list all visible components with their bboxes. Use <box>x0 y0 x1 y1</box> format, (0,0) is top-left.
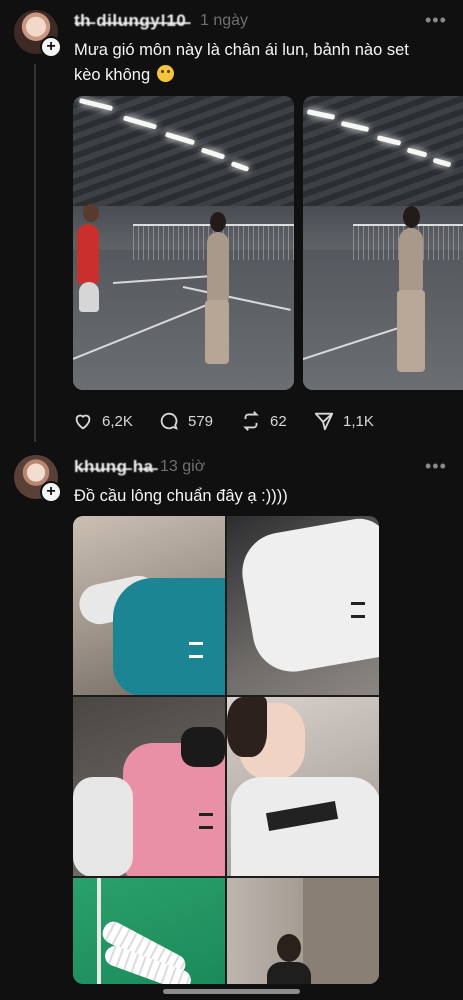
court-floor <box>73 250 294 390</box>
comment-button[interactable]: 579 <box>158 410 213 432</box>
post1-time: 1 ngày <box>200 12 249 29</box>
photo-tile-selfie[interactable] <box>227 697 379 876</box>
post1-text-line1: Mưa gió môn này là chân ái lun, bảnh nào… <box>74 41 409 59</box>
photo-tile-shuttlecocks[interactable] <box>73 878 225 984</box>
post1-username[interactable]: t̶h̶ d̶i̶l̶u̶n̶g̶y̶!̶1̶0̶ <box>74 11 186 31</box>
share-count: 1,1K <box>343 412 374 430</box>
player-man <box>77 224 99 284</box>
send-icon <box>314 412 334 431</box>
repost-icon <box>243 411 259 431</box>
photo-tile-teal-shirt[interactable] <box>73 516 225 695</box>
thread-line <box>34 64 36 442</box>
player-man-head <box>83 204 99 222</box>
player-woman-head <box>210 212 226 232</box>
post2-time: 13 giờ <box>160 458 206 475</box>
person-small <box>277 934 301 962</box>
post1-more-icon[interactable]: ••• <box>425 10 447 31</box>
hushed-face-emoji-icon <box>156 65 174 82</box>
post1-follow-plus-icon[interactable]: + <box>40 36 62 58</box>
player-woman-legs <box>205 300 229 364</box>
player-woman-legs <box>397 290 425 372</box>
photo-tile-white-shirt[interactable] <box>227 516 379 695</box>
player-woman <box>207 232 229 302</box>
post2-username[interactable]: k̶h̶u̶n̶g̶ h̶a̶ <box>74 457 154 477</box>
repost-count: 62 <box>270 412 287 430</box>
post2-follow-plus-icon[interactable]: + <box>40 481 62 503</box>
comment-count: 579 <box>188 412 214 430</box>
player-man-legs <box>79 282 99 312</box>
photo-tile-pink-shirt[interactable] <box>73 697 225 876</box>
teal-shirt <box>113 578 225 695</box>
court-line-white <box>97 878 101 984</box>
post2-photo-grid[interactable] <box>73 516 379 984</box>
like-count: 6,2K <box>102 412 133 430</box>
yonex-logo-icon <box>189 642 203 658</box>
person-body-small <box>267 962 311 984</box>
door-panel <box>303 878 379 984</box>
post2-more-icon[interactable]: ••• <box>425 456 447 477</box>
post1-text-line2: kèo không <box>74 66 151 84</box>
like-button[interactable]: 6,2K <box>72 410 133 432</box>
gym-roof <box>73 96 294 206</box>
player-woman-head <box>403 206 420 228</box>
post2-text: Đồ cầu lông chuẩn đây ạ :)))) <box>74 487 288 505</box>
comment-icon <box>160 412 178 430</box>
post1-photo-1[interactable] <box>73 96 294 390</box>
home-indicator[interactable] <box>163 989 300 994</box>
white-bag <box>73 777 133 876</box>
photo-tile-mirror[interactable] <box>227 878 379 984</box>
heart-icon <box>75 414 91 430</box>
share-button[interactable]: 1,1K <box>313 410 374 432</box>
white-shirt <box>235 516 379 678</box>
post1-photo-2[interactable] <box>303 96 463 390</box>
white-jersey <box>231 777 379 876</box>
court-floor <box>303 250 463 390</box>
post1-text: Mưa gió môn này là chân ái lun, bảnh nào… <box>74 38 454 88</box>
repost-button[interactable]: 62 <box>240 410 287 432</box>
hair <box>227 697 267 757</box>
yonex-logo-icon <box>199 813 213 829</box>
player-woman <box>399 228 423 292</box>
face-mask <box>181 727 225 767</box>
yonex-logo-icon <box>351 602 365 618</box>
